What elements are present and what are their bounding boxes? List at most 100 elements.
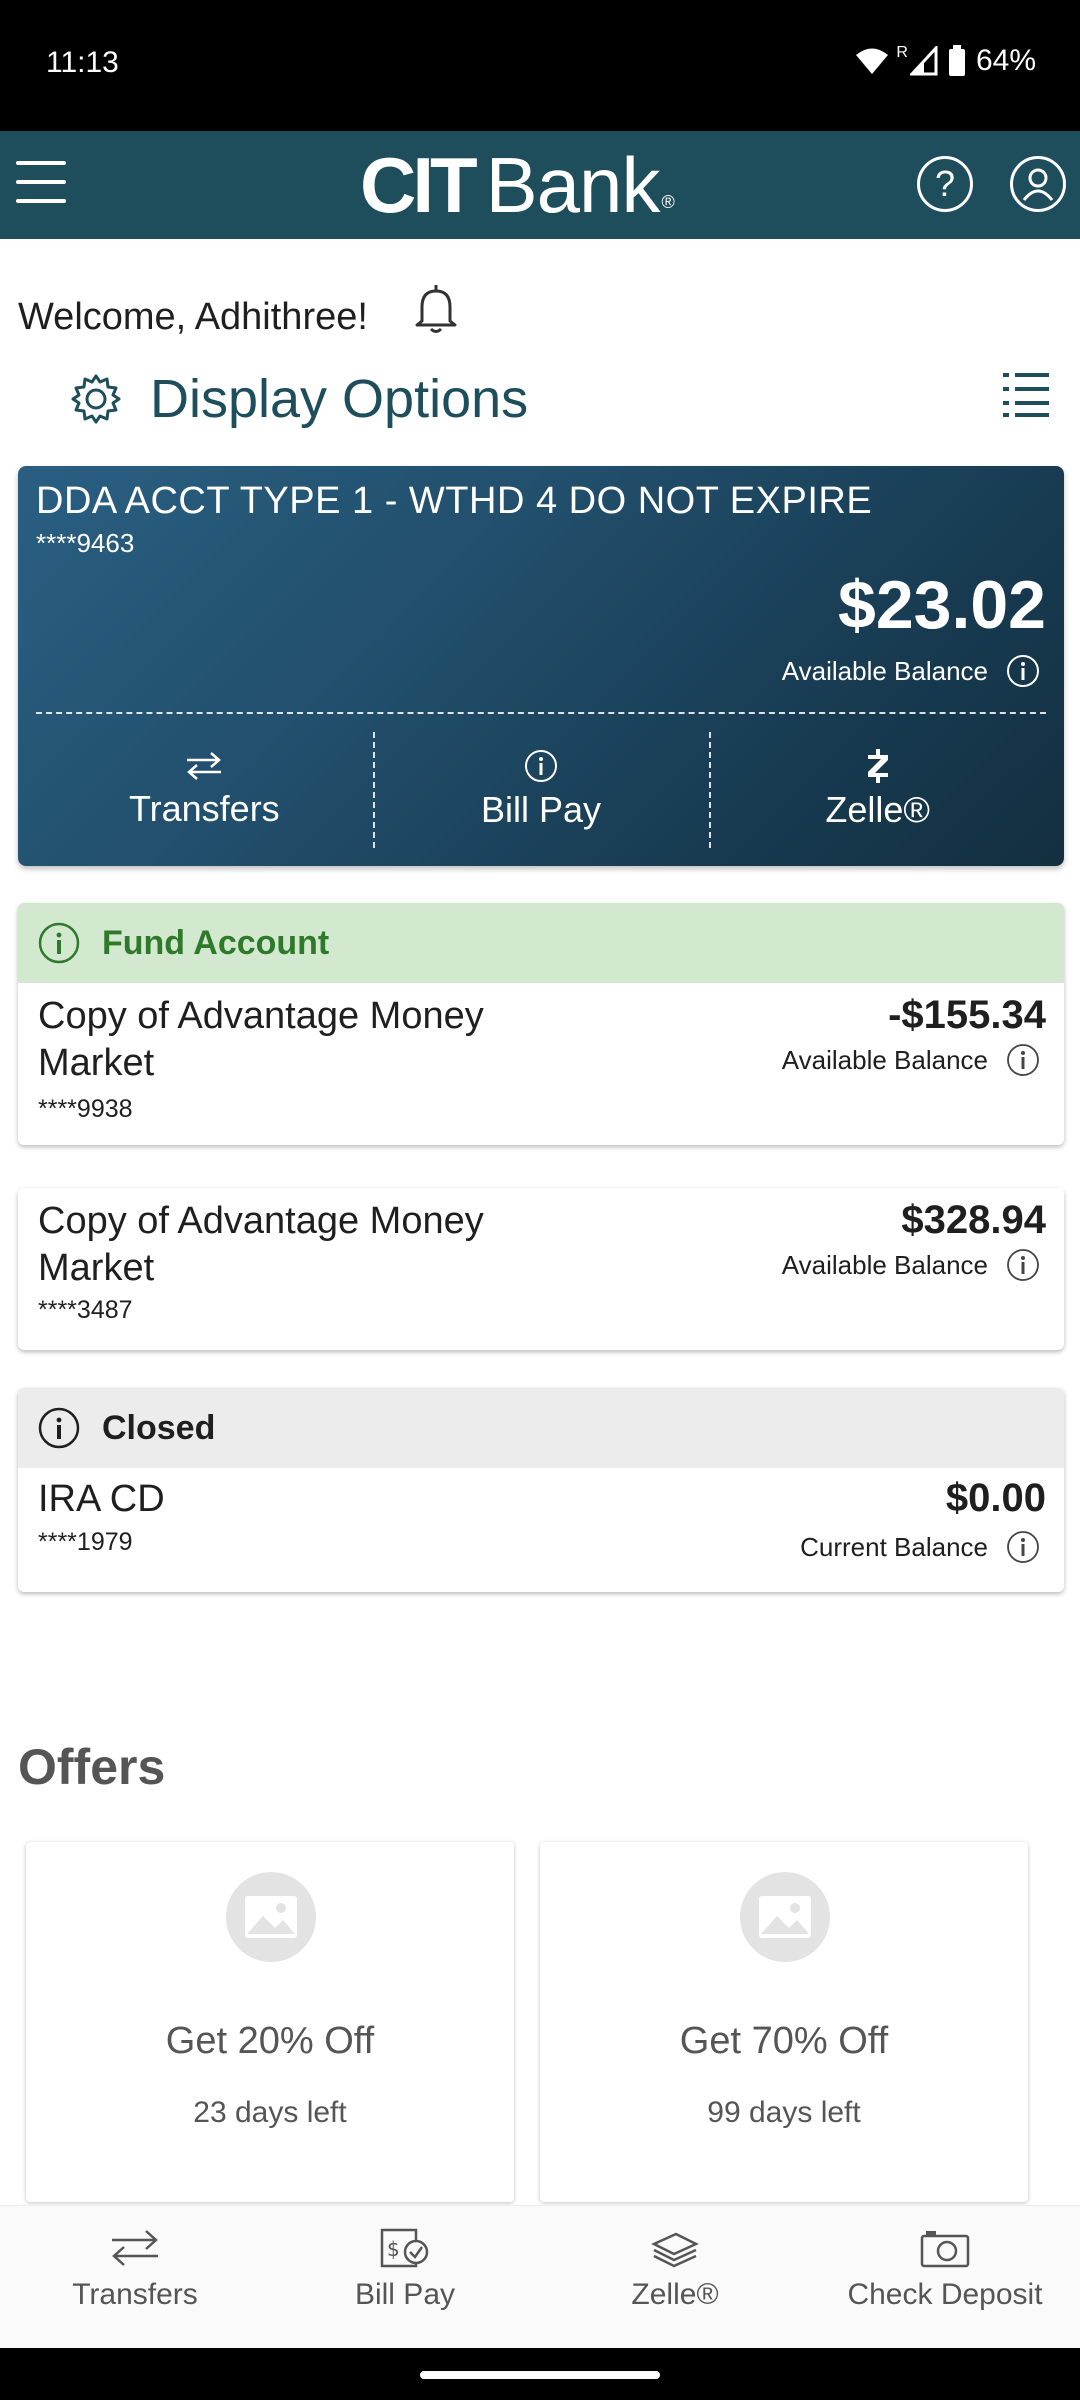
account-name-line1: Copy of Advantage Money — [38, 995, 484, 1037]
help-button[interactable]: ? — [917, 156, 973, 212]
home-gesture-handle[interactable] — [420, 2371, 660, 2379]
logo-bank-text: Bank — [485, 140, 661, 229]
nav-transfers[interactable]: Transfers — [0, 2206, 270, 2348]
transfer-arrows-icon — [187, 752, 222, 780]
nav-bill-pay[interactable]: $ Bill Pay — [270, 2206, 540, 2348]
balance-label: Available Balance — [781, 1249, 988, 1280]
signal-icon — [909, 46, 938, 76]
account-number: ****9463 — [36, 528, 135, 558]
account-amount: $23.02 — [838, 567, 1046, 643]
hamburger-line — [16, 199, 66, 203]
app-header: CIT Bank ® ? — [0, 131, 1080, 239]
featured-account-card[interactable]: DDA ACCT TYPE 1 - WTHD 4 DO NOT EXPIRE *… — [18, 466, 1064, 866]
account-number: ****9938 — [38, 1095, 133, 1123]
bell-icon[interactable] — [408, 281, 464, 337]
user-icon — [1022, 168, 1054, 201]
display-options-button[interactable]: Display Options — [70, 368, 528, 430]
account-amount: $328.94 — [901, 1198, 1046, 1242]
image-placeholder-icon — [226, 1872, 316, 1962]
nav-check-deposit-label: Check Deposit — [847, 2278, 1043, 2311]
cit-bank-logo: CIT Bank ® — [360, 141, 675, 229]
status-icons: R 64% — [854, 44, 1036, 78]
camera-icon — [920, 2231, 970, 2268]
offer-card[interactable]: Get 70% Off 99 days left — [540, 1842, 1028, 2202]
gear-icon — [71, 374, 121, 424]
status-bar: 11:13 R 64% — [0, 0, 1080, 131]
svg-text:$: $ — [387, 2237, 400, 2261]
offer-card[interactable]: Get 20% Off 23 days left — [26, 1842, 514, 2202]
offers-heading: Offers — [18, 1739, 166, 1795]
account-number: ****1979 — [38, 1528, 133, 1556]
account-name: Copy of Advantage Money Market — [38, 993, 484, 1087]
logo-cit-text: CIT — [360, 140, 478, 229]
money-stack-icon — [651, 2232, 699, 2268]
info-icon[interactable] — [1006, 1043, 1040, 1077]
account-card[interactable]: Fund Account Copy of Advantage Money Mar… — [18, 903, 1064, 1145]
offer-title: Get 20% Off — [165, 2020, 375, 2062]
menu-button[interactable] — [16, 161, 68, 207]
question-icon: ? — [934, 163, 956, 204]
battery-percent: 64% — [975, 44, 1036, 77]
account-name-line1: Copy of Advantage Money — [38, 1200, 484, 1242]
nav-transfers-label: Transfers — [72, 2278, 198, 2311]
balance-label-row: Available Balance — [782, 1248, 1040, 1282]
nav-zelle[interactable]: Zelle® — [540, 2206, 810, 2348]
account-number: ****3487 — [38, 1296, 133, 1324]
logo-registered-mark: ® — [661, 192, 675, 212]
account-name: IRA CD — [38, 1476, 165, 1523]
transfers-action[interactable]: Transfers — [36, 732, 373, 848]
hamburger-line — [16, 180, 66, 184]
zelle-action[interactable]: Zelle® — [709, 732, 1046, 848]
bill-pay-action[interactable]: Bill Pay — [372, 732, 710, 848]
zelle-icon — [867, 749, 888, 783]
nav-check-deposit[interactable]: Check Deposit — [810, 2206, 1080, 2348]
profile-button[interactable] — [1010, 156, 1066, 212]
status-time: 11:13 — [46, 46, 119, 79]
hamburger-icon — [16, 161, 66, 165]
account-name-line1: IRA CD — [38, 1478, 165, 1520]
transfer-arrows-icon — [112, 2230, 158, 2266]
wifi-icon — [856, 48, 889, 74]
battery-icon — [948, 45, 965, 76]
info-icon[interactable] — [1006, 654, 1040, 688]
account-card[interactable]: Copy of Advantage Money Market ****3487 … — [18, 1188, 1064, 1350]
account-name-line2: Market — [38, 1042, 155, 1084]
account-amount: $0.00 — [945, 1476, 1046, 1520]
balance-label: Available Balance — [781, 1044, 988, 1075]
balance-label: Available Balance — [781, 655, 988, 686]
info-icon[interactable] — [1006, 1530, 1040, 1564]
account-card[interactable]: Closed IRA CD ****1979 $0.00 Current Bal… — [18, 1388, 1064, 1592]
card-divider — [36, 712, 1046, 714]
balance-label-row: Available Balance — [782, 1043, 1040, 1077]
balance-label-row: Available Balance — [782, 654, 1040, 688]
info-icon — [525, 750, 557, 782]
fund-account-banner[interactable]: Fund Account — [18, 903, 1064, 983]
welcome-message: Welcome, Adhithree! — [18, 296, 368, 338]
display-options-label: Display Options — [150, 369, 529, 429]
info-icon — [38, 922, 80, 964]
account-name-line2: Market — [38, 1247, 155, 1289]
card-actions: Transfers Bill Pay Zelle® — [36, 732, 1046, 848]
closed-label: Closed — [102, 1408, 216, 1447]
roaming-indicator: R — [896, 44, 908, 61]
offer-days-left: 99 days left — [707, 2096, 861, 2129]
info-icon[interactable] — [1006, 1248, 1040, 1282]
list-view-icon[interactable] — [1003, 370, 1051, 418]
nav-bill-pay-label: Bill Pay — [354, 2278, 456, 2311]
balance-label-row: Current Balance — [800, 1530, 1040, 1564]
bottom-nav: Transfers $ Bill Pay Zelle® Check Deposi… — [0, 2205, 1080, 2348]
account-name: DDA ACCT TYPE 1 - WTHD 4 DO NOT EXPIRE — [36, 480, 873, 522]
closed-banner[interactable]: Closed — [18, 1388, 1064, 1468]
info-icon — [38, 1407, 80, 1449]
zelle-action-label: Zelle® — [825, 789, 930, 830]
offer-days-left: 23 days left — [193, 2096, 347, 2129]
account-name: Copy of Advantage Money Market — [38, 1198, 484, 1292]
balance-label: Current Balance — [800, 1531, 988, 1562]
offer-title: Get 70% Off — [679, 2020, 889, 2062]
nav-zelle-label: Zelle® — [631, 2278, 719, 2311]
bill-pay-action-label: Bill Pay — [480, 789, 602, 830]
bill-pay-icon: $ — [380, 2228, 429, 2268]
image-placeholder-icon — [740, 1872, 830, 1962]
transfers-action-label: Transfers — [128, 788, 280, 829]
fund-account-label: Fund Account — [102, 923, 330, 962]
